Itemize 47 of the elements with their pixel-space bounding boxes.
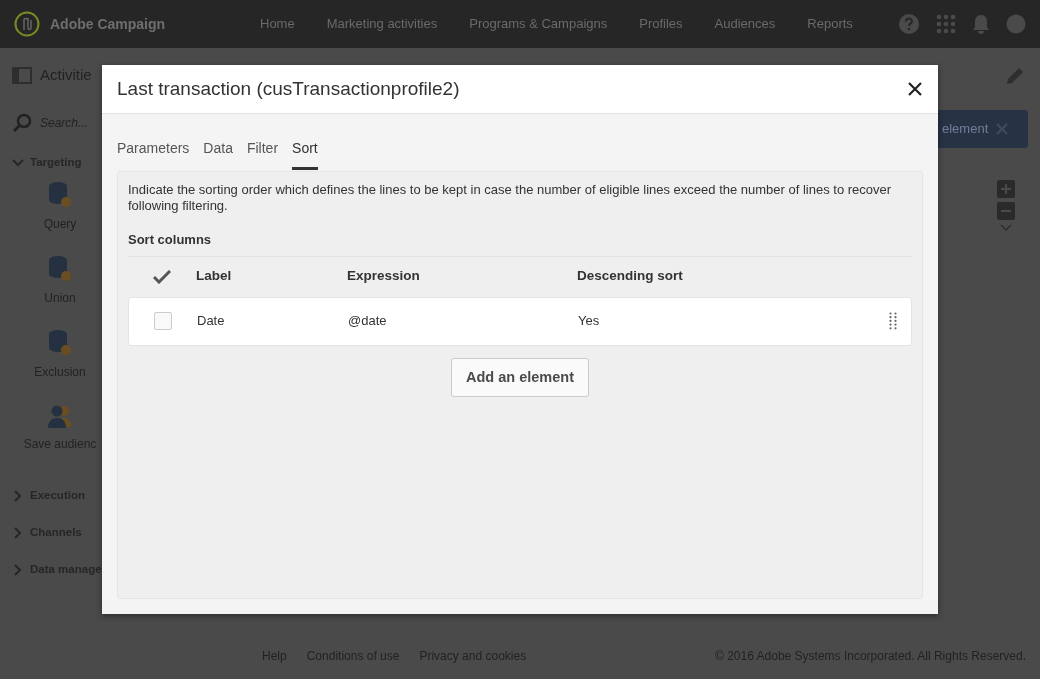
- section-title: Sort columns: [128, 230, 912, 257]
- database-icon: [48, 181, 72, 209]
- table-row[interactable]: Date @date Yes: [128, 296, 912, 346]
- database-icon: [48, 329, 72, 357]
- close-button[interactable]: [906, 80, 924, 98]
- checkmark-icon[interactable]: [153, 269, 171, 284]
- zoom-out-icon[interactable]: [997, 202, 1015, 220]
- chevron-right-icon[interactable]: [12, 489, 24, 502]
- checkbox[interactable]: [154, 312, 172, 330]
- add-element-button[interactable]: Add an element: [451, 357, 589, 398]
- tab[interactable]: Filter: [246, 134, 279, 170]
- close-icon: [996, 123, 1009, 135]
- nav-link[interactable]: Programs & Campaigns: [469, 14, 608, 34]
- bell-icon[interactable]: [972, 14, 990, 34]
- nav-link[interactable]: Home: [260, 14, 295, 34]
- column-header: Label: [196, 267, 233, 286]
- chevron-down-icon[interactable]: [1000, 224, 1012, 232]
- apps-grid-icon[interactable]: [936, 14, 956, 34]
- chevron-down-icon[interactable]: [12, 156, 24, 169]
- nav-link[interactable]: Profiles: [639, 14, 683, 34]
- description: Indicate the sorting order which defines the lines to be kept in case the number of eligible lines exceed the number of lines to recover following filtering.: [128, 182, 893, 214]
- people-icon: [47, 403, 73, 429]
- avatar-icon[interactable]: [1006, 14, 1026, 34]
- chevron-right-icon[interactable]: [12, 526, 24, 539]
- nav-link[interactable]: Audiences: [714, 14, 776, 34]
- tab[interactable]: Data: [203, 134, 233, 170]
- zoom-in-icon[interactable]: [997, 180, 1015, 198]
- panel-icon: [12, 66, 32, 84]
- close-icon: [908, 82, 922, 96]
- nav-link[interactable]: Reports: [807, 14, 853, 34]
- tab[interactable]: Parameters: [117, 134, 190, 170]
- column-header: Descending sort: [577, 267, 684, 286]
- brand-name: Adobe Campaign: [50, 14, 167, 34]
- chevron-right-icon[interactable]: [12, 563, 24, 576]
- nav-link[interactable]: Marketing activities: [326, 14, 438, 34]
- search-icon: [12, 113, 32, 133]
- table-cell-text: Date: [197, 312, 226, 331]
- table-cell-text: @date: [348, 312, 388, 331]
- table-cell-text: Yes: [578, 312, 601, 331]
- dialog-title: Last transaction (cusTransactionprofile2): [117, 76, 460, 101]
- database-icon: [48, 255, 72, 283]
- help-icon[interactable]: [898, 13, 920, 35]
- element-button[interactable]: element: [938, 110, 1028, 148]
- column-header: Expression: [347, 267, 421, 286]
- pencil-icon[interactable]: [1005, 66, 1025, 86]
- drag-handle-icon[interactable]: [889, 312, 897, 330]
- logo-icon: [14, 11, 40, 37]
